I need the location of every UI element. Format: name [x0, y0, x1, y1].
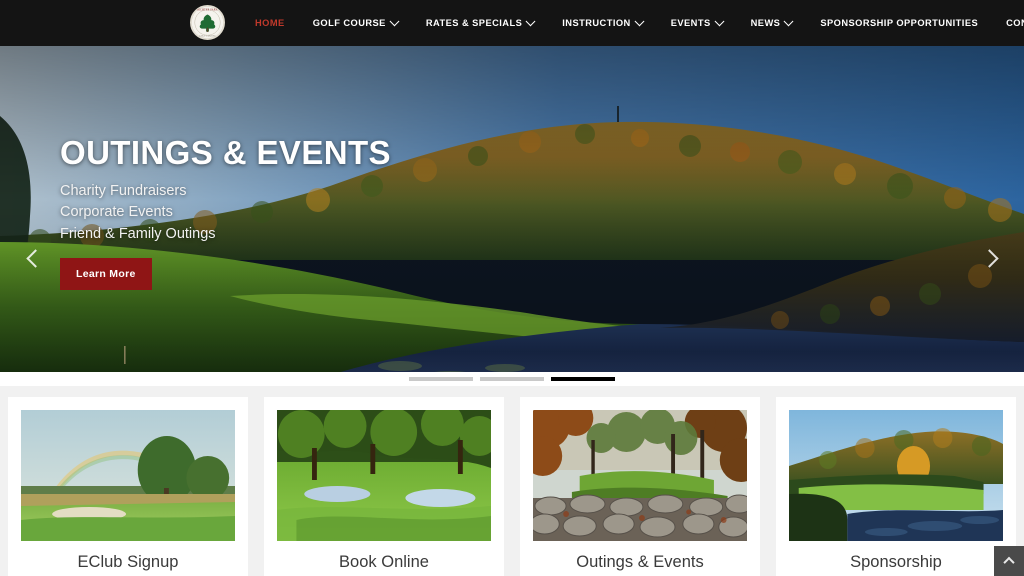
card-outings-and-events[interactable]: Outings & Events	[520, 397, 760, 576]
slider-next-button[interactable]	[976, 242, 1002, 276]
card-caption: Sponsorship	[850, 553, 942, 571]
nav-item-rates-and-specials[interactable]: RATES & SPECIALS	[412, 12, 548, 34]
golf-course-rainbow-photo	[21, 410, 235, 541]
golf-fairway-bunkers-photo	[277, 410, 491, 541]
svg-text:GOLF COURSE: GOLF COURSE	[199, 35, 216, 37]
nav-item-home[interactable]: HOME	[241, 12, 299, 34]
nav-item-label: RATES & SPECIALS	[425, 18, 523, 28]
autumn-lake-green-photo	[789, 410, 1003, 541]
nav-item-label: EVENTS	[670, 18, 711, 28]
card-sponsorship[interactable]: Sponsorship	[776, 397, 1016, 576]
scroll-to-top-button[interactable]	[994, 546, 1024, 576]
nav-item-sponsorship-opportunities[interactable]: SPONSORSHIP OPPORTUNITIES	[806, 12, 992, 34]
hero-subtitle-line-1: Charity Fundraisers	[60, 182, 187, 199]
nav-item-label: GOLF COURSE	[312, 18, 386, 28]
learn-more-button[interactable]: Learn More	[60, 257, 152, 290]
nav-item-label: HOME	[255, 18, 285, 28]
chevron-down-icon	[714, 15, 725, 26]
card-caption: Outings & Events	[576, 553, 704, 571]
card-book-online[interactable]: Book Online	[264, 397, 504, 576]
hero-slider: OUTINGS & EVENTS Charity Fundraisers Cor…	[0, 46, 1024, 386]
slider-pagination	[0, 372, 1024, 386]
hero-subtitle-line-2: Corporate Events	[60, 204, 173, 221]
oak-tree-badge-icon: RICHTER PARK GOLF COURSE	[191, 6, 224, 39]
nav-item-label: CONTACT US	[1006, 18, 1024, 28]
card-eclub-signup[interactable]: EClub Signup	[8, 397, 248, 576]
card-caption: EClub Signup	[77, 553, 179, 571]
slider-indicator-1[interactable]	[409, 377, 473, 381]
nav-item-golf-course[interactable]: GOLF COURSE	[299, 12, 412, 34]
nav-item-news[interactable]: NEWS	[737, 12, 807, 34]
nav-item-instruction[interactable]: INSTRUCTION	[548, 12, 656, 34]
chevron-right-icon	[979, 249, 999, 268]
main-navigation-bar: RICHTER PARK GOLF COURSE HOME GOLF COURS…	[0, 0, 1024, 46]
chevron-up-icon	[1003, 556, 1015, 569]
card-caption: Book Online	[339, 553, 429, 571]
feature-card-row: EClub Signup Book Online Outings & Event…	[0, 386, 1024, 576]
nav-item-label: INSTRUCTION	[562, 18, 631, 28]
nav-item-contact-us[interactable]: CONTACT US	[992, 12, 1024, 34]
hero-text-block: OUTINGS & EVENTS Charity Fundraisers Cor…	[60, 134, 391, 290]
hero-subtitle-line-3: Friend & Family Outings	[60, 226, 216, 243]
hero-title: OUTINGS & EVENTS	[60, 134, 391, 171]
nav-item-label: SPONSORSHIP OPPORTUNITIES	[820, 18, 979, 28]
chevron-down-icon	[525, 15, 536, 26]
slider-prev-button[interactable]	[22, 242, 48, 276]
slider-indicator-3[interactable]	[551, 377, 615, 381]
site-logo[interactable]: RICHTER PARK GOLF COURSE	[190, 5, 225, 40]
nav-item-events[interactable]: EVENTS	[657, 12, 737, 34]
nav-item-list: HOME GOLF COURSE RATES & SPECIALS INSTRU…	[241, 12, 1024, 34]
chevron-down-icon	[389, 15, 400, 26]
svg-text:RICHTER PARK: RICHTER PARK	[197, 9, 217, 12]
chevron-left-icon	[25, 249, 45, 268]
chevron-down-icon	[634, 15, 645, 26]
nav-item-label: NEWS	[750, 18, 781, 28]
chevron-down-icon	[783, 15, 794, 26]
slider-indicator-2[interactable]	[480, 377, 544, 381]
stone-wall-autumn-photo	[533, 410, 747, 541]
